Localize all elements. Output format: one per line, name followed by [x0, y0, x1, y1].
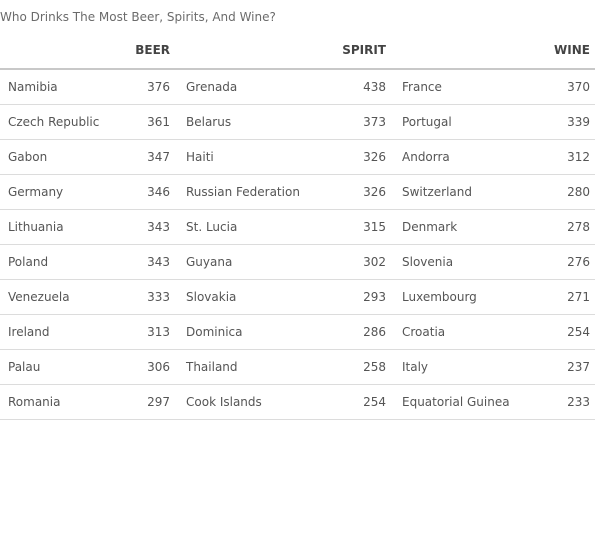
spirit-country-cell: Thailand: [186, 360, 238, 374]
spirit-value-cell: 438: [363, 80, 386, 94]
table-body: Namibia 376 Grenada 438 France 370 Czech…: [0, 70, 595, 420]
table-row: Venezuela 333 Slovakia 293 Luxembourg 27…: [0, 280, 595, 315]
wine-country-cell: Equatorial Guinea: [402, 395, 510, 409]
beer-value-cell: 347: [147, 150, 170, 164]
table-row: Germany 346 Russian Federation 326 Switz…: [0, 175, 595, 210]
beer-country-cell: Poland: [8, 255, 49, 269]
beer-country-cell: Lithuania: [8, 220, 64, 234]
beer-country-cell: Ireland: [8, 325, 50, 339]
wine-value-cell: 254: [567, 325, 590, 339]
table-title: Who Drinks The Most Beer, Spirits, And W…: [0, 10, 276, 24]
spirit-value-cell: 258: [363, 360, 386, 374]
spirit-value-cell: 254: [363, 395, 386, 409]
beer-value-cell: 343: [147, 220, 170, 234]
spirit-country-cell: Russian Federation: [186, 185, 300, 199]
wine-value-cell: 280: [567, 185, 590, 199]
wine-country-cell: Switzerland: [402, 185, 472, 199]
spirit-value-cell: 326: [363, 185, 386, 199]
table-row: Poland 343 Guyana 302 Slovenia 276: [0, 245, 595, 280]
spirit-value-cell: 302: [363, 255, 386, 269]
table-row: Palau 306 Thailand 258 Italy 237: [0, 350, 595, 385]
wine-country-cell: France: [402, 80, 442, 94]
spirit-country-cell: Grenada: [186, 80, 238, 94]
table-row: Ireland 313 Dominica 286 Croatia 254: [0, 315, 595, 350]
spirit-country-cell: Haiti: [186, 150, 214, 164]
table-row: Gabon 347 Haiti 326 Andorra 312: [0, 140, 595, 175]
beer-value-cell: 313: [147, 325, 170, 339]
table-row: Namibia 376 Grenada 438 France 370: [0, 70, 595, 105]
spirit-country-cell: St. Lucia: [186, 220, 238, 234]
beer-value-cell: 343: [147, 255, 170, 269]
beer-value-cell: 376: [147, 80, 170, 94]
beer-country-cell: Germany: [8, 185, 64, 199]
spirit-country-cell: Belarus: [186, 115, 232, 129]
beer-country-cell: Palau: [8, 360, 41, 374]
table-row: Czech Republic 361 Belarus 373 Portugal …: [0, 105, 595, 140]
wine-country-cell: Croatia: [402, 325, 446, 339]
beer-country-cell: Gabon: [8, 150, 48, 164]
column-header-beer[interactable]: BEER: [135, 43, 170, 57]
table-header-row: BEER SPIRIT WINE: [0, 36, 595, 70]
column-header-wine[interactable]: WINE: [554, 43, 590, 57]
wine-country-cell: Luxembourg: [402, 290, 477, 304]
beer-country-cell: Czech Republic: [8, 115, 100, 129]
spirit-value-cell: 326: [363, 150, 386, 164]
spirit-country-cell: Dominica: [186, 325, 243, 339]
spirit-value-cell: 373: [363, 115, 386, 129]
beer-value-cell: 306: [147, 360, 170, 374]
beer-value-cell: 361: [147, 115, 170, 129]
column-header-spirit[interactable]: SPIRIT: [342, 43, 386, 57]
wine-country-cell: Andorra: [402, 150, 450, 164]
spirit-country-cell: Guyana: [186, 255, 233, 269]
wine-value-cell: 312: [567, 150, 590, 164]
beer-country-cell: Namibia: [8, 80, 58, 94]
wine-country-cell: Italy: [402, 360, 429, 374]
beer-value-cell: 346: [147, 185, 170, 199]
table-row: Romania 297 Cook Islands 254 Equatorial …: [0, 385, 595, 420]
beer-country-cell: Venezuela: [8, 290, 70, 304]
beer-value-cell: 297: [147, 395, 170, 409]
wine-value-cell: 278: [567, 220, 590, 234]
wine-value-cell: 237: [567, 360, 590, 374]
wine-country-cell: Slovenia: [402, 255, 454, 269]
spirit-value-cell: 293: [363, 290, 386, 304]
spirit-value-cell: 315: [363, 220, 386, 234]
beer-country-cell: Romania: [8, 395, 61, 409]
beer-value-cell: 333: [147, 290, 170, 304]
wine-value-cell: 339: [567, 115, 590, 129]
wine-value-cell: 276: [567, 255, 590, 269]
wine-country-cell: Denmark: [402, 220, 458, 234]
wine-value-cell: 233: [567, 395, 590, 409]
wine-value-cell: 370: [567, 80, 590, 94]
spirit-country-cell: Cook Islands: [186, 395, 262, 409]
wine-country-cell: Portugal: [402, 115, 452, 129]
spirit-country-cell: Slovakia: [186, 290, 237, 304]
table-row: Lithuania 343 St. Lucia 315 Denmark 278: [0, 210, 595, 245]
spirit-value-cell: 286: [363, 325, 386, 339]
wine-value-cell: 271: [567, 290, 590, 304]
